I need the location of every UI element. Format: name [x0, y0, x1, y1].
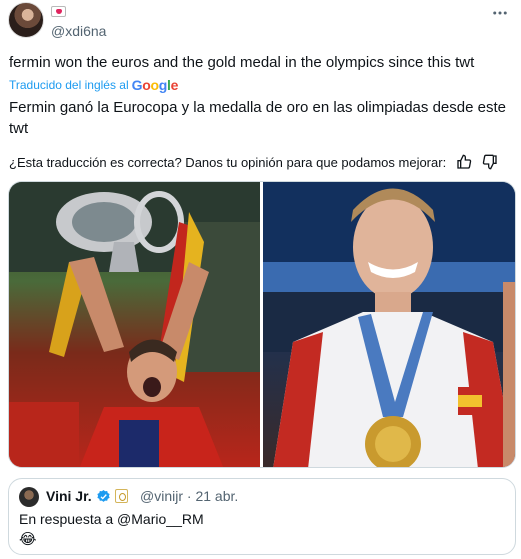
affiliation-badge-icon[interactable]: [114, 489, 128, 503]
translated-text: Fermin ganó la Eurocopa y la medalla de …: [9, 99, 506, 137]
quoted-date[interactable]: 21 abr.: [195, 488, 238, 504]
author-avatar[interactable]: [8, 2, 44, 38]
feedback-prompt: ¿Esta traducción es correcta? Danos tu o…: [9, 154, 447, 170]
quoted-author-name-row: Vini Jr.: [46, 488, 128, 504]
quoted-meta: @vinijr · 21 abr.: [140, 488, 238, 504]
more-options-icon[interactable]: [491, 4, 509, 27]
tweet-header: @xdi6na: [8, 2, 513, 42]
author-display-name[interactable]: [51, 6, 66, 20]
tweet-text: fermin won the euros and the gold medal …: [9, 54, 475, 71]
quoted-author-avatar[interactable]: [19, 487, 39, 507]
media-grid: [8, 181, 516, 468]
thumbs-down-icon[interactable]: [482, 154, 498, 170]
quoted-reply-context: En respuesta a @Mario__RM: [19, 511, 204, 527]
euro-trophy-celebration-photo[interactable]: [9, 182, 260, 467]
olympic-gold-medal-photo[interactable]: [263, 182, 515, 467]
author-handle[interactable]: @xdi6na: [51, 23, 106, 39]
quoted-text-emoji: 😂: [19, 531, 37, 548]
meta-separator: ·: [186, 488, 192, 504]
quoted-author-name[interactable]: Vini Jr.: [46, 488, 92, 504]
quoted-author-handle[interactable]: @vinijr: [140, 488, 183, 504]
translated-by-link[interactable]: Traducido del inglés al Google: [9, 77, 178, 93]
google-logo: Google: [131, 77, 179, 93]
translated-by-label: Traducido del inglés al: [9, 78, 129, 92]
thumbs-up-icon[interactable]: [456, 154, 472, 170]
translation-feedback: ¿Esta traducción es correcta? Danos tu o…: [9, 154, 498, 170]
quoted-tweet[interactable]: Vini Jr. @vinijr · 21 abr. En respuesta …: [8, 478, 516, 555]
verified-badge-icon: [97, 489, 110, 502]
love-letter-emoji: [51, 6, 66, 17]
